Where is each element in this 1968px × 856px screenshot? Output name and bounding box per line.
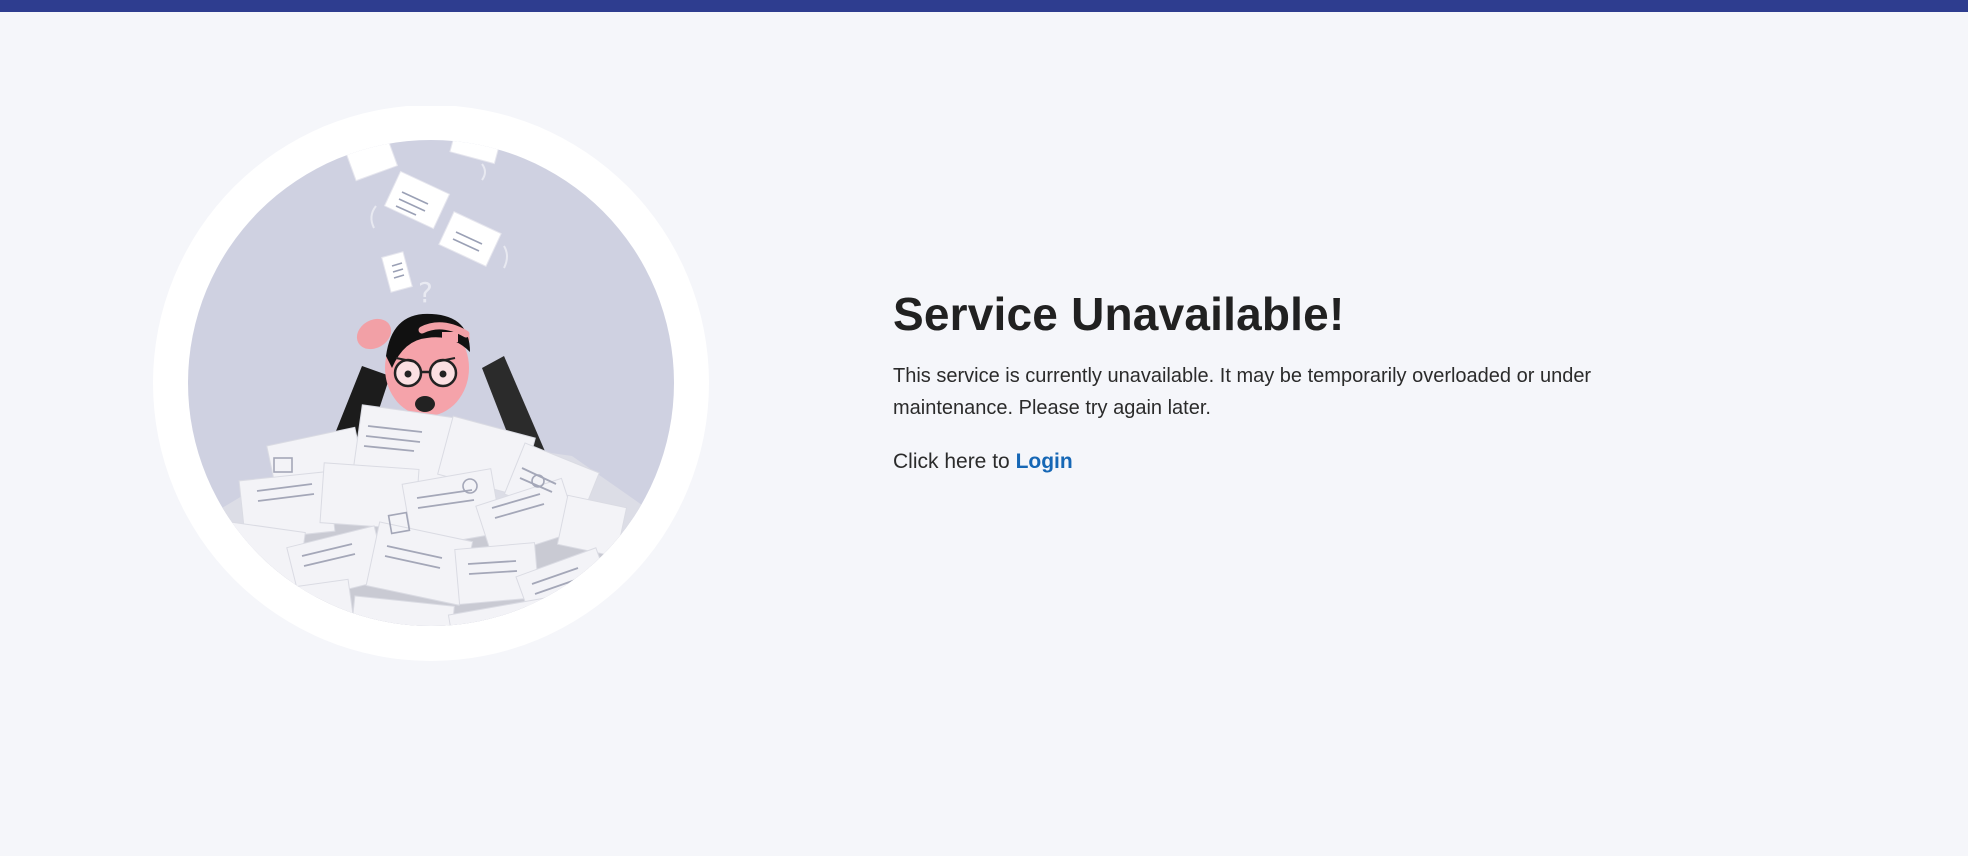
error-message-panel: Service Unavailable! This service is cur…	[893, 286, 1673, 478]
overwhelmed-person-illustration: ?	[152, 106, 712, 666]
svg-text:?: ?	[418, 276, 433, 309]
top-accent-bar	[0, 0, 1968, 12]
login-prompt: Click here to Login	[893, 446, 1673, 478]
login-prompt-text: Click here to	[893, 450, 1010, 473]
login-link[interactable]: Login	[1016, 450, 1073, 473]
page-title: Service Unavailable!	[893, 288, 1345, 340]
error-description: This service is currently unavailable. I…	[893, 365, 1592, 419]
